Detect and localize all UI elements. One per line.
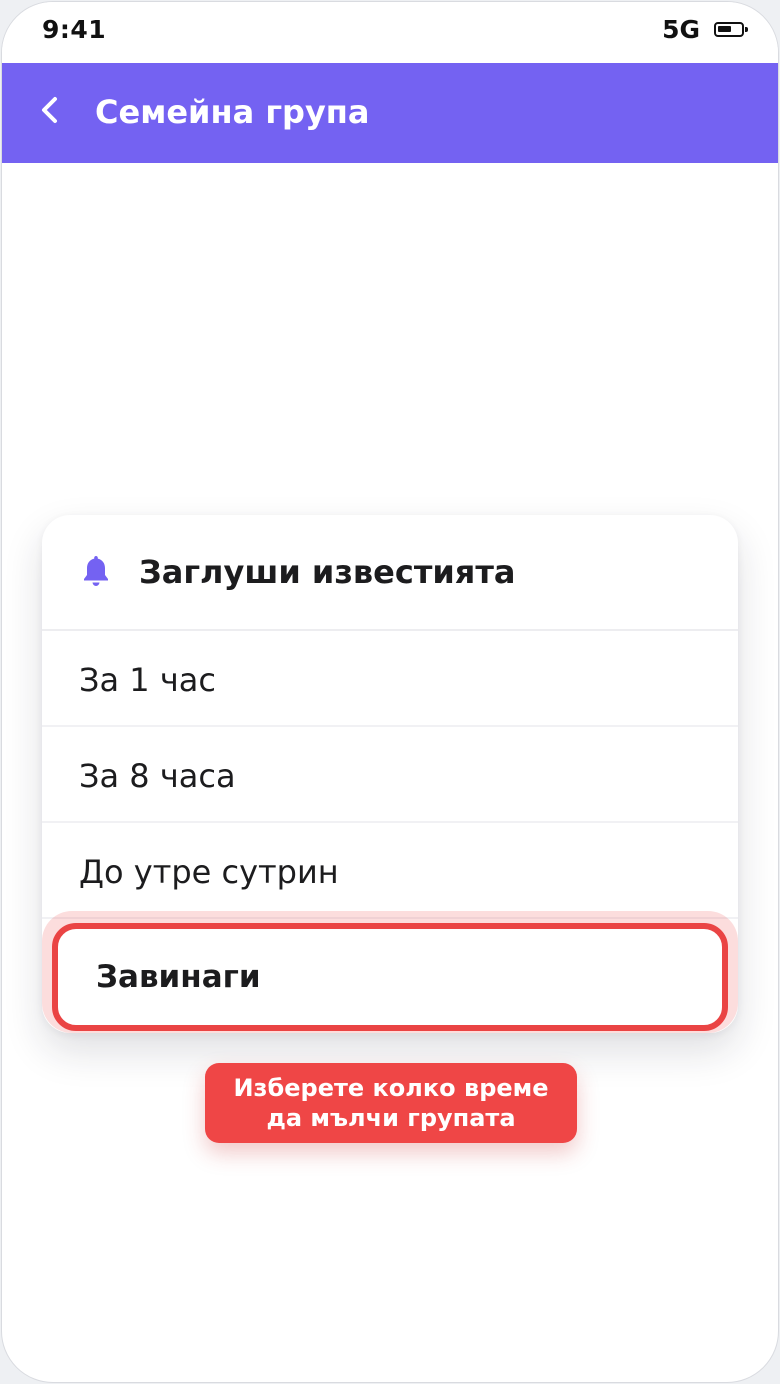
battery-icon	[714, 22, 748, 37]
option-label: За 8 часа	[79, 757, 236, 795]
option-label: До утре сутрин	[79, 853, 339, 891]
status-indicators: 5G	[662, 15, 748, 44]
mute-notifications-sheet: Заглуши известията За 1 час За 8 часа До…	[42, 515, 738, 1033]
option-until-morning[interactable]: До утре сутрин	[42, 823, 738, 919]
back-button[interactable]	[24, 83, 80, 139]
option-forever[interactable]: Завинаги	[52, 923, 728, 1031]
hint-tooltip: Изберете колко време да мълчи групата	[205, 1063, 577, 1143]
option-label: Завинаги	[96, 959, 261, 995]
tooltip-line-1: Изберете колко време	[233, 1074, 549, 1102]
network-indicator: 5G	[662, 15, 700, 44]
option-1-hour[interactable]: За 1 час	[42, 631, 738, 727]
chevron-left-icon	[42, 97, 57, 123]
option-8-hours[interactable]: За 8 часа	[42, 727, 738, 823]
bell-icon	[84, 556, 108, 586]
option-label: За 1 час	[79, 661, 216, 699]
sheet-header: Заглуши известията	[42, 515, 738, 631]
battery-level	[718, 26, 731, 32]
status-bar: 9:41 5G	[2, 2, 778, 62]
status-time: 9:41	[42, 15, 107, 44]
page-title: Семейна група	[95, 93, 370, 131]
sheet-title: Заглуши известията	[139, 553, 516, 591]
phone-screen: 9:41 5G Семейна група Заглуши известията…	[1, 1, 779, 1383]
app-header: Семейна група	[2, 63, 778, 163]
tooltip-line-2: да мълчи групата	[266, 1104, 516, 1132]
